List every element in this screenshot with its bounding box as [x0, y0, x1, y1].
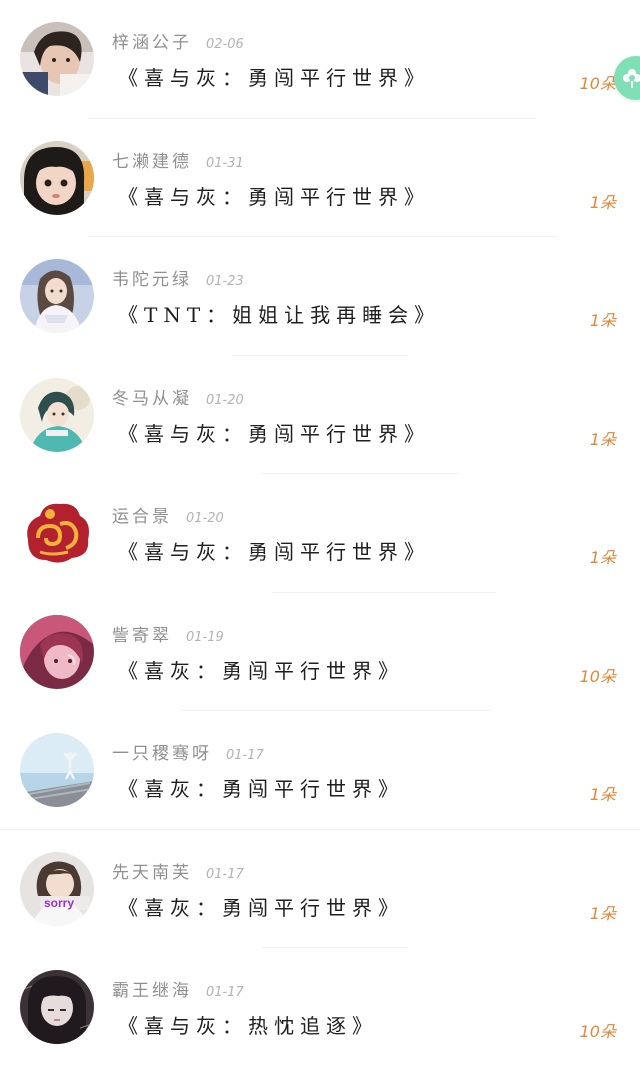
book-title[interactable]: 《喜与灰：勇闯平行世界》 [118, 418, 430, 447]
avatar[interactable] [20, 733, 94, 807]
book-title[interactable]: 《喜与灰：勇闯平行世界》 [118, 536, 430, 565]
list-item[interactable]: 一只稷骞呀 01-17 《喜灰：勇闯平行世界》 1朵 [0, 711, 640, 830]
book-title[interactable]: 《喜灰：勇闯平行世界》 [118, 892, 404, 921]
avatar[interactable] [20, 496, 94, 570]
user-name[interactable]: 一只稷骞呀 [112, 739, 212, 764]
flower-amount: 1朵 [589, 429, 616, 449]
name-row: 运合景 01-20 [112, 502, 224, 527]
gift-date: 01-17 [206, 866, 244, 882]
name-row: 一只稷骞呀 01-17 [112, 739, 264, 764]
name-row: 七濑建德 01-31 [112, 147, 244, 172]
gift-date: 02-06 [206, 37, 244, 52]
user-name[interactable]: 先天南芙 [112, 858, 192, 883]
gift-date: 01-19 [186, 629, 224, 645]
user-name[interactable]: 韦陀元绿 [112, 265, 192, 290]
flower-amount: 1朵 [589, 903, 616, 923]
avatar[interactable]: sorry [20, 851, 94, 926]
book-title[interactable]: 《喜与灰：热忱追逐》 [118, 1010, 378, 1039]
list-item[interactable]: 七濑建德 01-31 《喜与灰：勇闯平行世界》 1朵 [0, 119, 640, 237]
flower-amount: 10朵 [579, 74, 616, 93]
name-row: 先天南芙 01-17 [112, 858, 244, 883]
sorry-girl-avatar: sorry [20, 851, 94, 926]
book-title[interactable]: 《喜与灰：勇闯平行世界》 [118, 62, 430, 91]
gift-date: 01-20 [186, 511, 224, 526]
avatar[interactable] [20, 259, 94, 333]
lolita-girl-avatar [20, 259, 94, 333]
gift-date: 01-23 [206, 274, 244, 289]
book-title[interactable]: 《TNT：姐姐让我再睡会》 [118, 299, 440, 328]
gift-date: 01-17 [226, 748, 264, 763]
book-title[interactable]: 《喜灰：勇闯平行世界》 [118, 773, 404, 802]
list-item[interactable]: sorry 先天南芙 01-17 《喜灰：勇闯平行世界》 1朵 [0, 830, 640, 948]
flower-gift-icon [623, 69, 640, 88]
book-title[interactable]: 《喜灰：勇闯平行世界》 [118, 655, 404, 684]
auspicious-cloud-avatar [20, 496, 94, 570]
girl-selfie-avatar [20, 140, 94, 215]
gift-record-list: 梓涵公子 02-06 《喜与灰：勇闯平行世界》 10朵 七濑建德 01-31 《… [0, 0, 640, 1067]
user-name[interactable]: 訾寄翠 [112, 621, 172, 646]
user-name[interactable]: 梓涵公子 [112, 28, 192, 53]
list-item[interactable]: 霸王继海 01-17 《喜与灰：热忱追逐》 10朵 [0, 948, 640, 1067]
user-name[interactable]: 冬马从凝 [112, 384, 192, 409]
girl-portrait-avatar [20, 22, 94, 96]
gift-date: 01-17 [206, 985, 244, 1000]
list-item[interactable]: 运合景 01-20 《喜与灰：勇闯平行世界》 1朵 [0, 474, 640, 593]
list-item[interactable]: 冬马从凝 01-20 《喜与灰：勇闯平行世界》 1朵 [0, 356, 640, 474]
user-name[interactable]: 运合景 [112, 502, 172, 527]
name-row: 韦陀元绿 01-23 [112, 265, 244, 290]
avatar[interactable] [20, 377, 94, 452]
gift-date: 01-31 [206, 155, 244, 171]
name-row: 訾寄翠 01-19 [112, 621, 224, 646]
gift-date: 01-20 [206, 392, 244, 408]
name-row: 梓涵公子 02-06 [112, 28, 244, 53]
avatar[interactable] [20, 970, 94, 1044]
flower-amount: 1朵 [589, 785, 616, 804]
book-title[interactable]: 《喜与灰：勇闯平行世界》 [118, 181, 430, 210]
anime-girl-avatar [20, 377, 94, 452]
flower-amount: 1朵 [589, 311, 616, 330]
dark-anime-avatar [20, 970, 94, 1044]
flower-amount: 1朵 [589, 192, 616, 212]
flower-amount: 10朵 [579, 666, 616, 686]
svg-text:sorry: sorry [44, 896, 74, 910]
name-row: 冬马从凝 01-20 [112, 384, 244, 409]
flower-amount: 10朵 [579, 1022, 616, 1041]
avatar[interactable] [20, 614, 94, 689]
list-item[interactable]: 訾寄翠 01-19 《喜灰：勇闯平行世界》 10朵 [0, 593, 640, 711]
flower-amount: 1朵 [589, 548, 616, 567]
list-item[interactable]: 梓涵公子 02-06 《喜与灰：勇闯平行世界》 10朵 [0, 0, 640, 119]
user-name[interactable]: 霸王继海 [112, 976, 192, 1001]
yoga-sea-avatar [20, 733, 94, 807]
name-row: 霸王继海 01-17 [112, 976, 244, 1001]
list-item[interactable]: 韦陀元绿 01-23 《TNT：姐姐让我再睡会》 1朵 [0, 237, 640, 356]
user-name[interactable]: 七濑建德 [112, 147, 192, 172]
avatar[interactable] [20, 140, 94, 215]
pink-anime-avatar [20, 614, 94, 689]
avatar[interactable] [20, 22, 94, 96]
